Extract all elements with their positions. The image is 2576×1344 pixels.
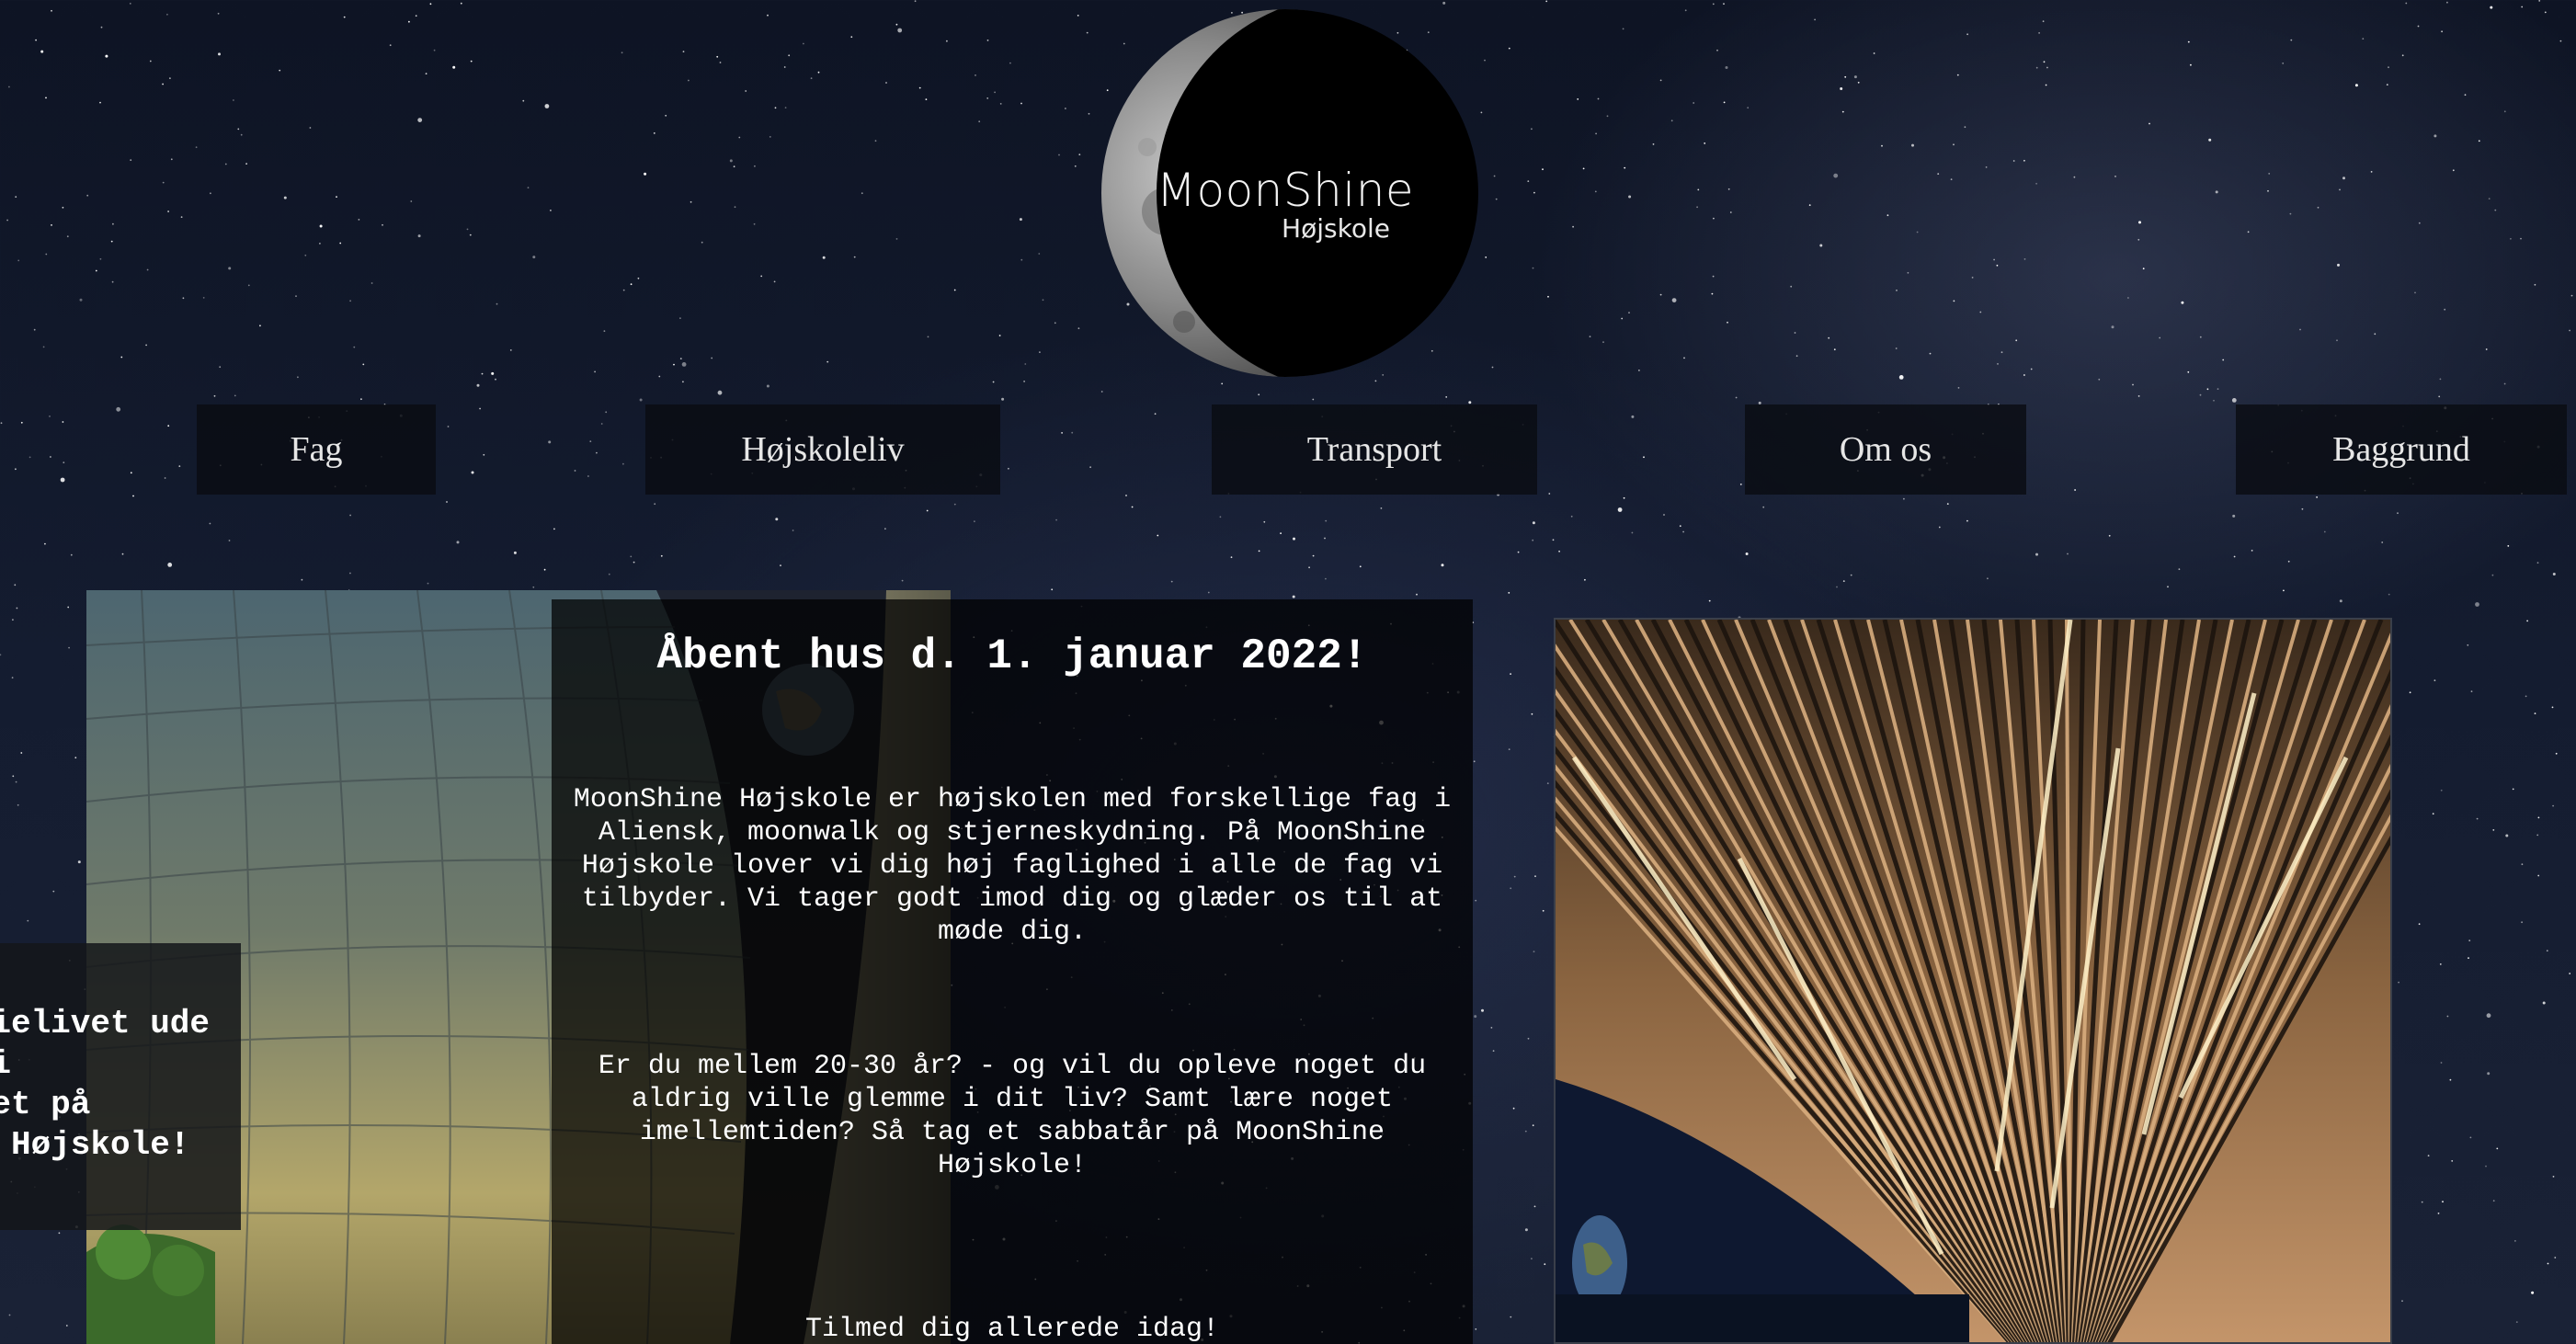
nav-item-transport[interactable]: Transport xyxy=(1212,404,1537,495)
side-promo-text: ielivet ude i et på Højskole! xyxy=(0,1005,210,1164)
intro-paragraph: MoonShine Højskole er højskolen med fors… xyxy=(573,784,1452,948)
side-promo-box: ielivet ude i et på Højskole! xyxy=(0,943,241,1230)
signup-text: Tilmed dig allerede idag! xyxy=(804,1314,1220,1344)
nav-item-om-os[interactable]: Om os xyxy=(1745,404,2026,495)
nav-item-fag[interactable]: Fag xyxy=(197,404,436,495)
moon-logo[interactable]: MoonShine Højskole xyxy=(1092,9,1478,377)
logo-title: MoonShine xyxy=(1156,164,1415,217)
logo-subtitle: Højskole xyxy=(1282,213,1390,244)
nav-item-hojskoleliv[interactable]: Højskoleliv xyxy=(645,404,1000,495)
ceiling-image xyxy=(1554,618,2392,1344)
open-house-title: Åbent hus d. 1. januar 2022! xyxy=(656,632,1368,680)
nav-item-baggrund[interactable]: Baggrund xyxy=(2236,404,2567,495)
open-house-panel: Åbent hus d. 1. januar 2022! MoonShine H… xyxy=(552,599,1473,1344)
sabbatical-paragraph: Er du mellem 20-30 år? - og vil du oplev… xyxy=(598,1051,1427,1181)
